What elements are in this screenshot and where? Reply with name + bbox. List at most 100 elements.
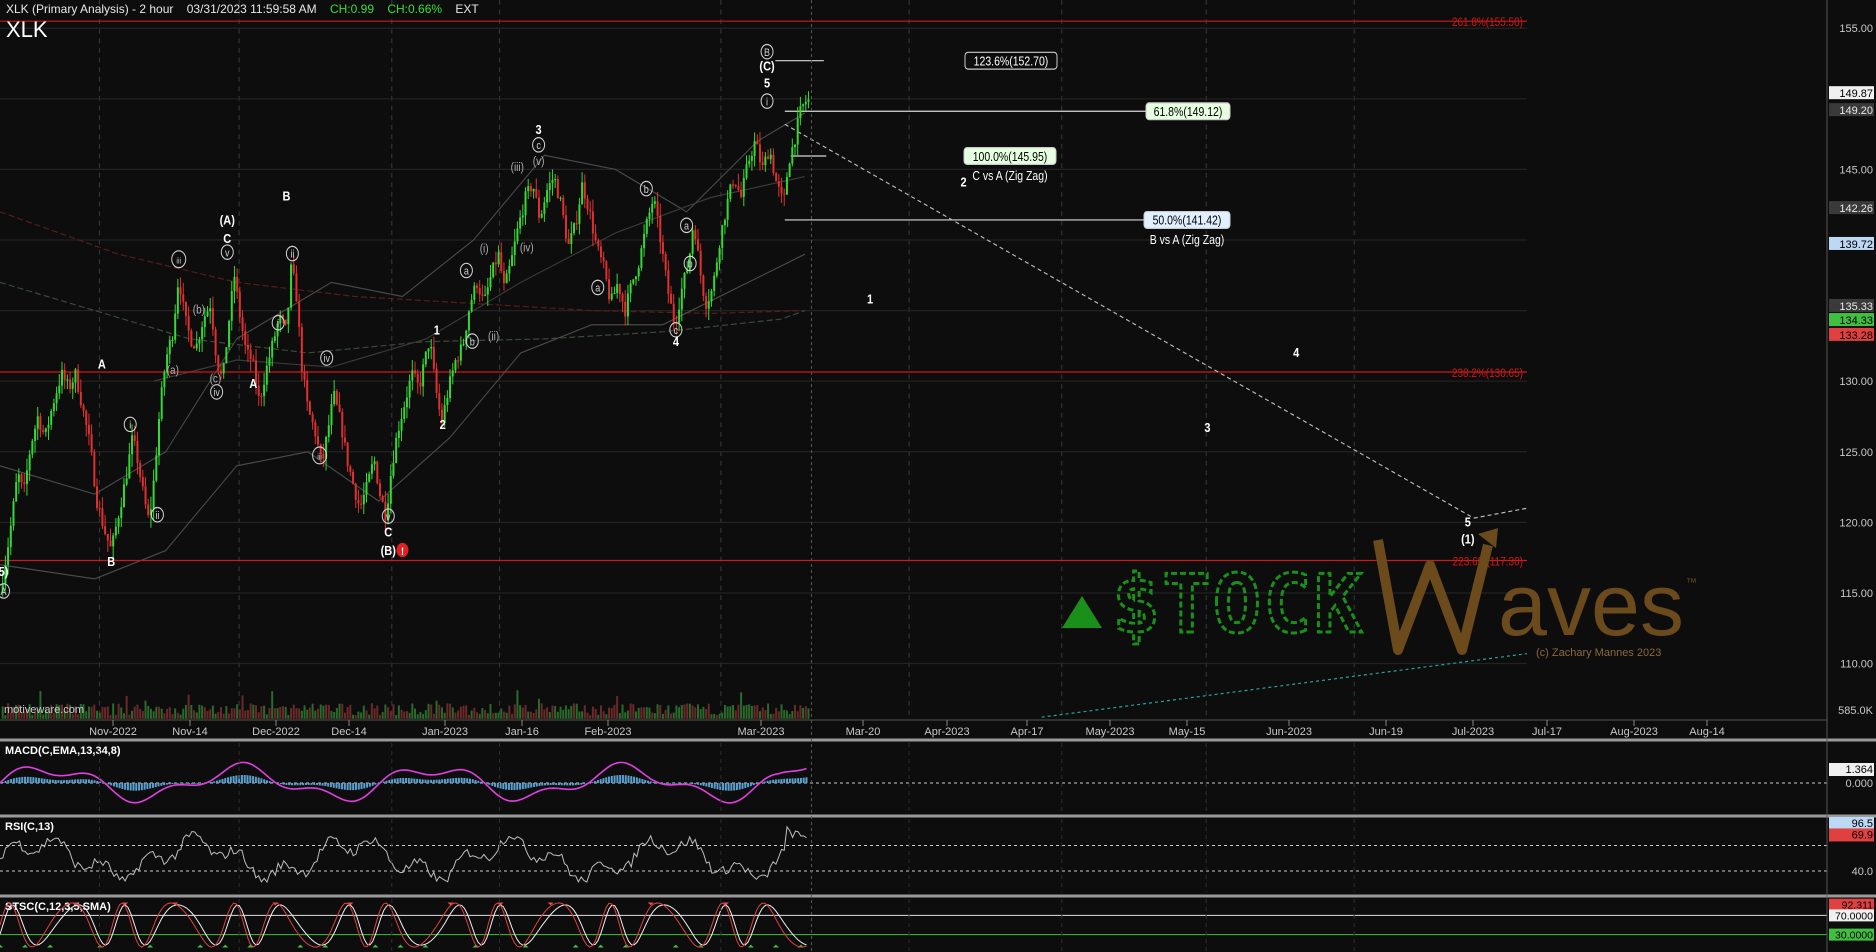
- wave-label: a: [464, 266, 469, 278]
- candle-body: [322, 453, 325, 459]
- candle-body: [570, 233, 573, 244]
- volume-bar: [112, 703, 115, 719]
- candle-body: [66, 379, 69, 381]
- wave-label: iv: [213, 387, 220, 399]
- volume-bar: [133, 706, 136, 719]
- x-axis-label: Feb-2023: [584, 726, 631, 738]
- wave-label: 1: [867, 292, 873, 307]
- rsi-value-label: 96.5: [1852, 818, 1873, 830]
- volume-bar: [378, 714, 381, 719]
- candle-body: [678, 309, 681, 323]
- candle-body: [691, 230, 694, 254]
- candle-body: [85, 410, 88, 425]
- candle-body: [263, 384, 266, 397]
- logo-text-right: aves: [1498, 555, 1684, 654]
- wave-label: (B): [381, 543, 396, 558]
- volume-bar: [608, 707, 611, 719]
- volume-bar: [430, 704, 433, 719]
- rsi-background: [0, 816, 1827, 892]
- candle-body: [602, 257, 605, 262]
- candle-body: [246, 344, 249, 350]
- candle-body: [796, 118, 799, 145]
- candle-body: [284, 319, 287, 325]
- volume-bar: [397, 705, 400, 719]
- candle-body: [422, 364, 425, 387]
- candle-body: [244, 331, 247, 345]
- wave-label: 4: [1293, 345, 1299, 360]
- candle-body: [529, 186, 532, 192]
- price-axis-label: 130.00: [1839, 376, 1873, 388]
- volume-bar: [158, 706, 161, 719]
- candle-body: [176, 287, 179, 314]
- volume-bar: [597, 714, 600, 719]
- volume-bar: [206, 711, 209, 719]
- volume-bar: [141, 710, 144, 719]
- volume-bar: [672, 712, 675, 719]
- volume-bar: [653, 713, 656, 719]
- volume-bar: [454, 712, 457, 719]
- volume-bar: [794, 704, 797, 719]
- candle-body: [696, 239, 699, 251]
- volume-bar: [769, 713, 772, 719]
- volume-bar: [160, 708, 163, 719]
- candle-body: [193, 346, 196, 349]
- rsi-panel: RSI(C,13) 96.569.9 40.0: [0, 814, 1876, 892]
- candle-body: [618, 284, 621, 295]
- wave-label: i: [766, 97, 768, 109]
- volume-bar: [500, 708, 503, 719]
- candle-body: [90, 434, 93, 453]
- volume-bar: [449, 703, 452, 719]
- volume-bar: [748, 704, 751, 719]
- volume-bar: [387, 707, 390, 719]
- candle-body: [306, 379, 309, 402]
- volume-bar: [605, 714, 608, 719]
- volume-bar: [370, 703, 373, 719]
- volume-bar: [753, 705, 756, 719]
- candle-body: [365, 481, 368, 495]
- volume-bar: [556, 711, 559, 719]
- volume-bar: [583, 705, 586, 719]
- chart-title: XLK (Primary Analysis) - 2 hour: [6, 2, 174, 16]
- candle-body: [346, 442, 349, 467]
- candle-body: [718, 248, 721, 263]
- volume-bar: [756, 705, 759, 719]
- volume-bar: [764, 710, 767, 719]
- candle-body: [540, 213, 543, 218]
- candle-body: [726, 198, 729, 220]
- volume-bar: [93, 704, 96, 719]
- volume-bar: [381, 712, 384, 719]
- volume-bar: [484, 710, 487, 719]
- wave-label: a: [684, 221, 689, 233]
- candle-body: [802, 104, 805, 107]
- volume-bar: [263, 705, 266, 719]
- volume-bar: [476, 712, 479, 719]
- candle-body: [93, 452, 96, 487]
- volume-bar: [190, 704, 193, 719]
- volume-bar: [804, 706, 807, 719]
- volume-bar: [529, 711, 532, 719]
- candle-body: [349, 466, 352, 472]
- volume-bar: [136, 704, 139, 719]
- macd-value-label: 1.364: [1845, 764, 1873, 776]
- candle-body: [335, 390, 338, 405]
- candle-body: [60, 369, 63, 386]
- stock-chart[interactable]: 261.8%(155.50)238.2%(130.65)223.6%(117.3…: [0, 0, 1876, 952]
- volume-bar: [502, 711, 505, 719]
- candle-body: [403, 407, 406, 419]
- candle-body: [780, 186, 783, 194]
- volume-bar: [198, 704, 201, 719]
- volume-bar: [519, 705, 522, 719]
- candle-body: [155, 455, 158, 481]
- candle-body: [131, 435, 134, 455]
- volume-bar: [785, 710, 788, 719]
- candle-body: [82, 405, 85, 411]
- candle-body: [47, 424, 50, 429]
- candle-body: [15, 482, 18, 502]
- candle-body: [513, 241, 516, 256]
- candle-body: [750, 156, 753, 161]
- volume-bar: [144, 700, 147, 719]
- wave-label: B: [282, 189, 290, 204]
- candle-body: [427, 348, 430, 352]
- wave-label: (i): [480, 243, 489, 256]
- volume-bar: [721, 712, 724, 719]
